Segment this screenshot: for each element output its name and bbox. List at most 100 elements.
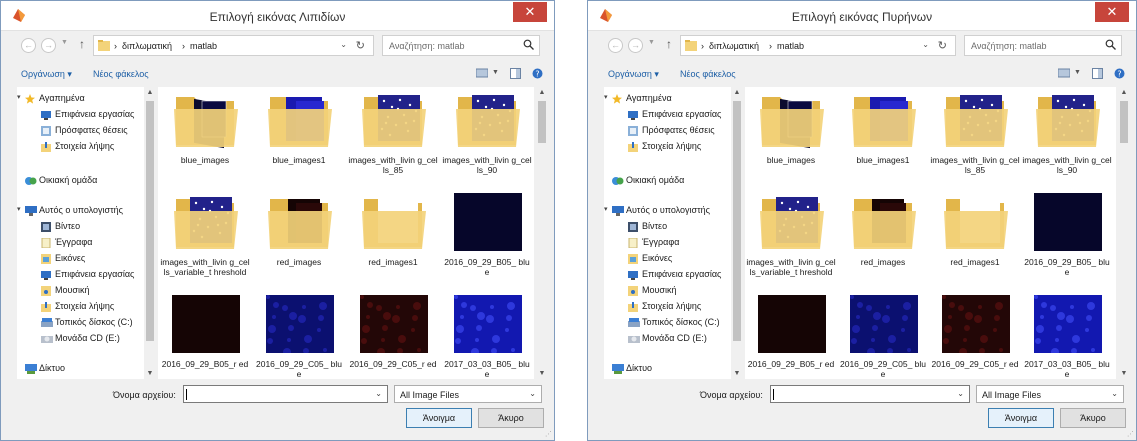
file-list-scrollbar[interactable]: ▲ ▼ bbox=[536, 87, 548, 379]
tree-videos[interactable]: Βίντεο bbox=[604, 221, 741, 233]
file-item[interactable]: blue_images1 bbox=[254, 91, 344, 191]
tree-desktop-2[interactable]: Επιφάνεια εργασίας bbox=[604, 269, 741, 281]
file-item[interactable]: 2016_09_29_B05_ blue bbox=[1022, 193, 1112, 293]
tree-downloads[interactable]: Στοιχεία λήψης bbox=[604, 141, 741, 153]
file-item[interactable]: red_images1 bbox=[348, 193, 438, 293]
up-arrow-icon[interactable]: ↑ bbox=[79, 37, 85, 51]
close-button[interactable]: ✕ bbox=[513, 2, 547, 22]
tree-pictures[interactable]: Εικόνες bbox=[17, 253, 154, 265]
filename-input[interactable]: ⌄ bbox=[770, 385, 970, 403]
file-item[interactable]: 2016_09_29_B05_ blue bbox=[442, 193, 532, 293]
file-item[interactable]: blue_images1 bbox=[838, 91, 928, 191]
filename-dropdown-icon[interactable]: ⌄ bbox=[957, 389, 964, 398]
open-button[interactable]: Άνοιγμα bbox=[988, 408, 1054, 428]
file-item[interactable]: 2016_09_29_B05_r ed bbox=[160, 295, 250, 395]
address-dropdown-icon[interactable]: ⌄ bbox=[340, 40, 347, 49]
search-input[interactable]: Αναζήτηση: matlab bbox=[389, 41, 465, 51]
file-item[interactable]: red_images1 bbox=[930, 193, 1020, 293]
open-button[interactable]: Άνοιγμα bbox=[406, 408, 472, 428]
breadcrumb-diplomatiki[interactable]: διπλωματική bbox=[709, 41, 759, 51]
tree-recent-places[interactable]: Πρόσφατες θέσεις bbox=[17, 125, 154, 137]
organize-menu[interactable]: Οργάνωση ▾ bbox=[608, 69, 659, 80]
view-dropdown-icon[interactable]: ▼ bbox=[1074, 69, 1081, 76]
tree-cd-drive[interactable]: Μονάδα CD (E:) bbox=[604, 333, 741, 345]
scrollbar-thumb[interactable] bbox=[733, 101, 741, 341]
file-item[interactable]: images_with_livin g_cells_90 bbox=[442, 91, 532, 191]
file-type-select[interactable]: All Image Files ⌄ bbox=[394, 385, 542, 403]
tree-cd-drive[interactable]: Μονάδα CD (E:) bbox=[17, 333, 154, 345]
tree-desktop[interactable]: Επιφάνεια εργασίας bbox=[604, 109, 741, 121]
organize-menu[interactable]: Οργάνωση ▾ bbox=[21, 69, 72, 80]
refresh-icon[interactable]: ↻ bbox=[356, 39, 365, 52]
scroll-up-icon[interactable]: ▲ bbox=[537, 89, 547, 96]
scroll-down-icon[interactable]: ▼ bbox=[732, 370, 742, 377]
tree-favorites[interactable]: ▾ Αγαπημένα bbox=[604, 93, 741, 105]
view-icon[interactable] bbox=[1058, 68, 1070, 78]
scrollbar-thumb[interactable] bbox=[1120, 101, 1128, 143]
scroll-up-icon[interactable]: ▲ bbox=[1119, 89, 1129, 96]
file-item[interactable]: images_with_livin g_cells_85 bbox=[348, 91, 438, 191]
file-type-select[interactable]: All Image Files ⌄ bbox=[976, 385, 1124, 403]
back-icon[interactable]: ← bbox=[21, 38, 36, 53]
file-item[interactable]: blue_images bbox=[160, 91, 250, 191]
file-type-dropdown-icon[interactable]: ⌄ bbox=[1111, 389, 1118, 398]
tree-videos[interactable]: Βίντεο bbox=[17, 221, 154, 233]
tree-music[interactable]: Μουσική bbox=[17, 285, 154, 297]
view-icon[interactable] bbox=[476, 68, 488, 78]
file-item[interactable]: red_images bbox=[838, 193, 928, 293]
tree-network[interactable]: Δίκτυο bbox=[604, 363, 741, 375]
scroll-down-icon[interactable]: ▼ bbox=[145, 370, 155, 377]
expand-chevron-icon[interactable]: ▾ bbox=[17, 205, 21, 213]
back-icon[interactable]: ← bbox=[608, 38, 623, 53]
tree-desktop-2[interactable]: Επιφάνεια εργασίας bbox=[17, 269, 154, 281]
file-item[interactable]: 2016_09_29_B05_r ed bbox=[746, 295, 836, 395]
tree-favorites[interactable]: ▾ Αγαπημένα bbox=[17, 93, 154, 105]
tree-music[interactable]: Μουσική bbox=[604, 285, 741, 297]
recent-locations-chevron-icon[interactable]: ▼ bbox=[648, 39, 655, 46]
scrollbar-thumb[interactable] bbox=[538, 101, 546, 143]
scroll-up-icon[interactable]: ▲ bbox=[145, 89, 155, 96]
refresh-icon[interactable]: ↻ bbox=[938, 39, 947, 52]
expand-chevron-icon[interactable]: ▾ bbox=[604, 93, 608, 101]
preview-pane-icon[interactable] bbox=[510, 68, 521, 79]
address-dropdown-icon[interactable]: ⌄ bbox=[922, 40, 929, 49]
file-list-scrollbar[interactable]: ▲ ▼ bbox=[1118, 87, 1130, 379]
forward-icon[interactable]: → bbox=[628, 38, 643, 53]
new-folder-button[interactable]: Νέος φάκελος bbox=[680, 69, 736, 79]
resize-grip-icon[interactable]: ⋰ bbox=[545, 430, 552, 438]
address-bar[interactable]: › διπλωματική › matlab ⌄ ↻ bbox=[93, 35, 374, 56]
scroll-up-icon[interactable]: ▲ bbox=[732, 89, 742, 96]
new-folder-button[interactable]: Νέος φάκελος bbox=[93, 69, 149, 79]
tree-documents[interactable]: Έγγραφα bbox=[604, 237, 741, 249]
tree-downloads-2[interactable]: Στοιχεία λήψης bbox=[604, 301, 741, 313]
filename-dropdown-icon[interactable]: ⌄ bbox=[375, 389, 382, 398]
scroll-down-icon[interactable]: ▼ bbox=[1119, 370, 1129, 377]
tree-downloads[interactable]: Στοιχεία λήψης bbox=[17, 141, 154, 153]
file-item[interactable]: images_with_livin g_cells_variable_t hre… bbox=[746, 193, 836, 293]
file-item[interactable]: blue_images bbox=[746, 91, 836, 191]
breadcrumb-matlab[interactable]: matlab bbox=[777, 41, 804, 51]
file-item[interactable]: 2016_09_29_C05_ blue bbox=[838, 295, 928, 395]
file-item[interactable]: 2016_09_29_C05_r ed bbox=[348, 295, 438, 395]
preview-pane-icon[interactable] bbox=[1092, 68, 1103, 79]
search-box[interactable]: Αναζήτηση: matlab bbox=[382, 35, 540, 56]
tree-local-disk[interactable]: Τοπικός δίσκος (C:) bbox=[17, 317, 154, 329]
tree-homegroup[interactable]: Οικιακή ομάδα bbox=[604, 175, 741, 187]
help-icon[interactable]: ? bbox=[532, 68, 543, 79]
tree-desktop[interactable]: Επιφάνεια εργασίας bbox=[17, 109, 154, 121]
up-arrow-icon[interactable]: ↑ bbox=[666, 37, 672, 51]
tree-network[interactable]: Δίκτυο bbox=[17, 363, 154, 375]
file-item[interactable]: 2016_09_29_C05_ blue bbox=[254, 295, 344, 395]
tree-documents[interactable]: Έγγραφα bbox=[17, 237, 154, 249]
file-item[interactable]: images_with_livin g_cells_90 bbox=[1022, 91, 1112, 191]
tree-homegroup[interactable]: Οικιακή ομάδα bbox=[17, 175, 154, 187]
cancel-button[interactable]: Άκυρο bbox=[1060, 408, 1126, 428]
navigation-scrollbar[interactable]: ▲ ▼ bbox=[731, 87, 743, 379]
tree-downloads-2[interactable]: Στοιχεία λήψης bbox=[17, 301, 154, 313]
address-bar[interactable]: › διπλωματική › matlab ⌄ ↻ bbox=[680, 35, 956, 56]
close-button[interactable]: ✕ bbox=[1095, 2, 1129, 22]
breadcrumb-diplomatiki[interactable]: διπλωματική bbox=[122, 41, 172, 51]
file-item[interactable]: 2017_03_03_B05_ blue bbox=[1022, 295, 1112, 395]
breadcrumb-matlab[interactable]: matlab bbox=[190, 41, 217, 51]
expand-chevron-icon[interactable]: ▾ bbox=[17, 93, 21, 101]
